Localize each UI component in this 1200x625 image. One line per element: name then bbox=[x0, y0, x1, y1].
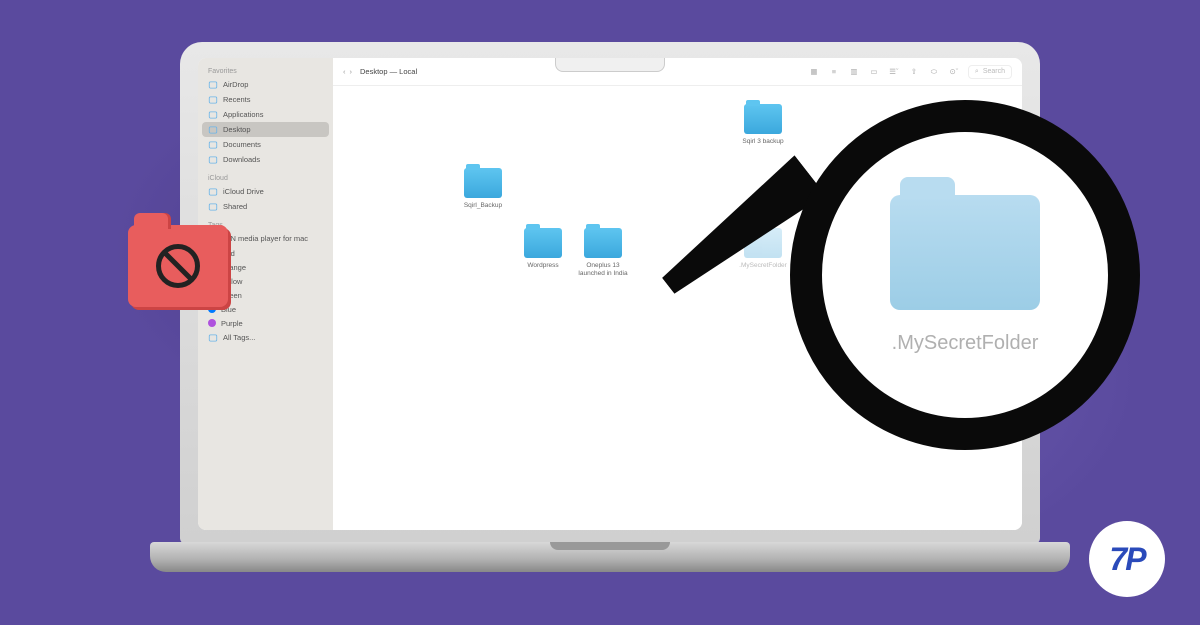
sidebar-item-label: Purple bbox=[221, 319, 243, 328]
cloud-icon bbox=[208, 187, 218, 197]
sidebar-section-header: Favorites bbox=[198, 66, 333, 77]
group-icon[interactable]: ☰ˇ bbox=[888, 66, 900, 78]
sidebar-item-label: iCloud Drive bbox=[223, 187, 264, 196]
finder-toolbar: ‹ › Desktop — Local ▦ ≡ ▥ ▭ ☰ˇ ⇧ ⬭ ⊙ˇ bbox=[333, 58, 1022, 86]
view-icon-gallery[interactable]: ▭ bbox=[868, 66, 880, 78]
folder-icon bbox=[464, 168, 502, 198]
alltags-icon bbox=[208, 333, 218, 343]
sidebar-item-label: INN media player for mac bbox=[223, 234, 308, 243]
sidebar-item-documents[interactable]: Documents bbox=[198, 137, 333, 152]
folder-icon bbox=[584, 228, 622, 258]
view-icon-column[interactable]: ▥ bbox=[848, 66, 860, 78]
brand-logo: 7P bbox=[1089, 521, 1165, 597]
tag-dot-icon bbox=[208, 319, 216, 327]
sidebar-item-applications[interactable]: Applications bbox=[198, 107, 333, 122]
sidebar-item-label: Recents bbox=[223, 95, 251, 104]
back-button[interactable]: ‹ bbox=[343, 67, 346, 76]
sidebar-item-desktop[interactable]: Desktop bbox=[202, 122, 329, 137]
search-icon: ⌕ bbox=[975, 68, 979, 76]
tag-icon[interactable]: ⬭ bbox=[928, 66, 940, 78]
sidebar-item-icloud-drive[interactable]: iCloud Drive bbox=[198, 184, 333, 199]
folder-label: Sqirl_Backup bbox=[464, 202, 502, 210]
sidebar-item-all-tags-[interactable]: All Tags... bbox=[198, 330, 333, 345]
sidebar-item-downloads[interactable]: Downloads bbox=[198, 152, 333, 167]
search-field[interactable]: ⌕ Search bbox=[968, 65, 1012, 79]
folder-label: Oneplus 13 launched in India bbox=[573, 262, 633, 278]
sidebar-item-label: Documents bbox=[223, 140, 261, 149]
share-icon[interactable]: ⇧ bbox=[908, 66, 920, 78]
airdrop-icon bbox=[208, 80, 218, 90]
sidebar-item-label: Applications bbox=[223, 110, 263, 119]
magnifier-graphic: .MySecretFolder bbox=[740, 100, 1140, 500]
folder-sqirl-backup[interactable]: Sqirl_Backup bbox=[453, 168, 513, 210]
search-placeholder: Search bbox=[983, 68, 1005, 75]
red-folder-body bbox=[128, 225, 228, 307]
magnified-folder-label: .MySecretFolder bbox=[892, 332, 1039, 355]
folder-wordpress[interactable]: Wordpress bbox=[513, 228, 573, 270]
view-icon-grid[interactable]: ▦ bbox=[808, 66, 820, 78]
folder-oneplus-13-launched-in-india[interactable]: Oneplus 13 launched in India bbox=[573, 228, 633, 278]
window-title: Desktop — Local bbox=[360, 67, 417, 76]
sidebar-item-label: Shared bbox=[223, 202, 247, 211]
folder-icon bbox=[524, 228, 562, 258]
sidebar-item-recents[interactable]: Recents bbox=[198, 92, 333, 107]
sidebar-item-shared[interactable]: Shared bbox=[198, 199, 333, 214]
logo-text: 7P bbox=[1109, 541, 1144, 578]
view-icon-list[interactable]: ≡ bbox=[828, 66, 840, 78]
sidebar-item-label: AirDrop bbox=[223, 80, 248, 89]
action-icon[interactable]: ⊙ˇ bbox=[948, 66, 960, 78]
sidebar-item-purple[interactable]: Purple bbox=[198, 316, 333, 330]
sidebar-item-label: Downloads bbox=[223, 155, 260, 164]
magnified-folder-icon bbox=[890, 195, 1040, 310]
nav-buttons: ‹ › bbox=[343, 67, 352, 76]
magnifier-lens: .MySecretFolder bbox=[790, 100, 1140, 450]
download-icon bbox=[208, 155, 218, 165]
sidebar-item-airdrop[interactable]: AirDrop bbox=[198, 77, 333, 92]
prohibit-icon bbox=[156, 244, 200, 288]
notch bbox=[555, 58, 665, 72]
red-prohibited-folder-graphic bbox=[128, 225, 228, 307]
shared-icon bbox=[208, 202, 218, 212]
doc-icon bbox=[208, 140, 218, 150]
clock-icon bbox=[208, 95, 218, 105]
toolbar-icons: ▦ ≡ ▥ ▭ ☰ˇ ⇧ ⬭ ⊙ˇ bbox=[808, 66, 960, 78]
desktop-icon bbox=[208, 125, 218, 135]
laptop-base bbox=[150, 542, 1070, 572]
forward-button[interactable]: › bbox=[350, 67, 353, 76]
folder-label: Wordpress bbox=[527, 262, 558, 270]
apps-icon bbox=[208, 110, 218, 120]
sidebar-item-label: Desktop bbox=[223, 125, 251, 134]
sidebar-item-label: All Tags... bbox=[223, 333, 255, 342]
sidebar-section-header: iCloud bbox=[198, 173, 333, 184]
